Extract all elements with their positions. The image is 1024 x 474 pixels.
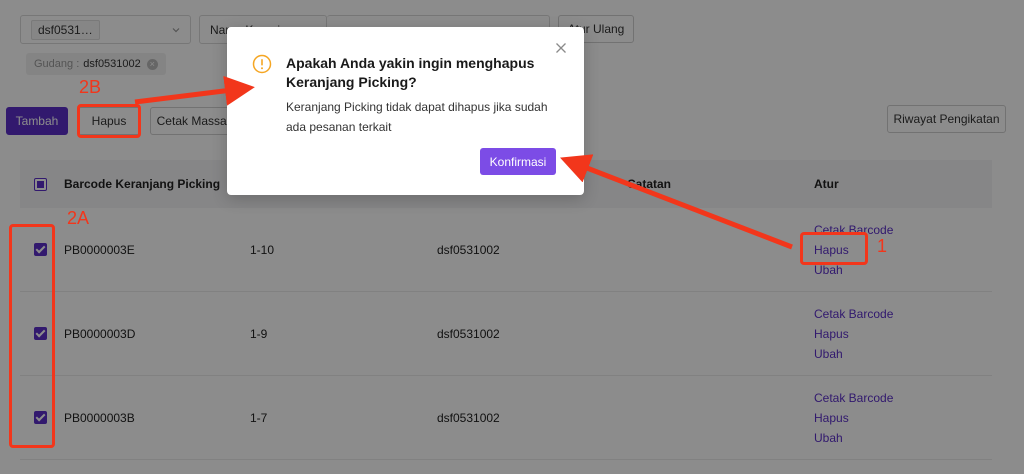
arrow-to-confirm bbox=[560, 154, 793, 250]
annotation-arrows bbox=[134, 75, 793, 250]
arrow-to-dialog bbox=[134, 75, 255, 106]
picking-basket-page: dsf0531… Nama Keranjang Atur Ulang Gudan… bbox=[0, 0, 1024, 474]
